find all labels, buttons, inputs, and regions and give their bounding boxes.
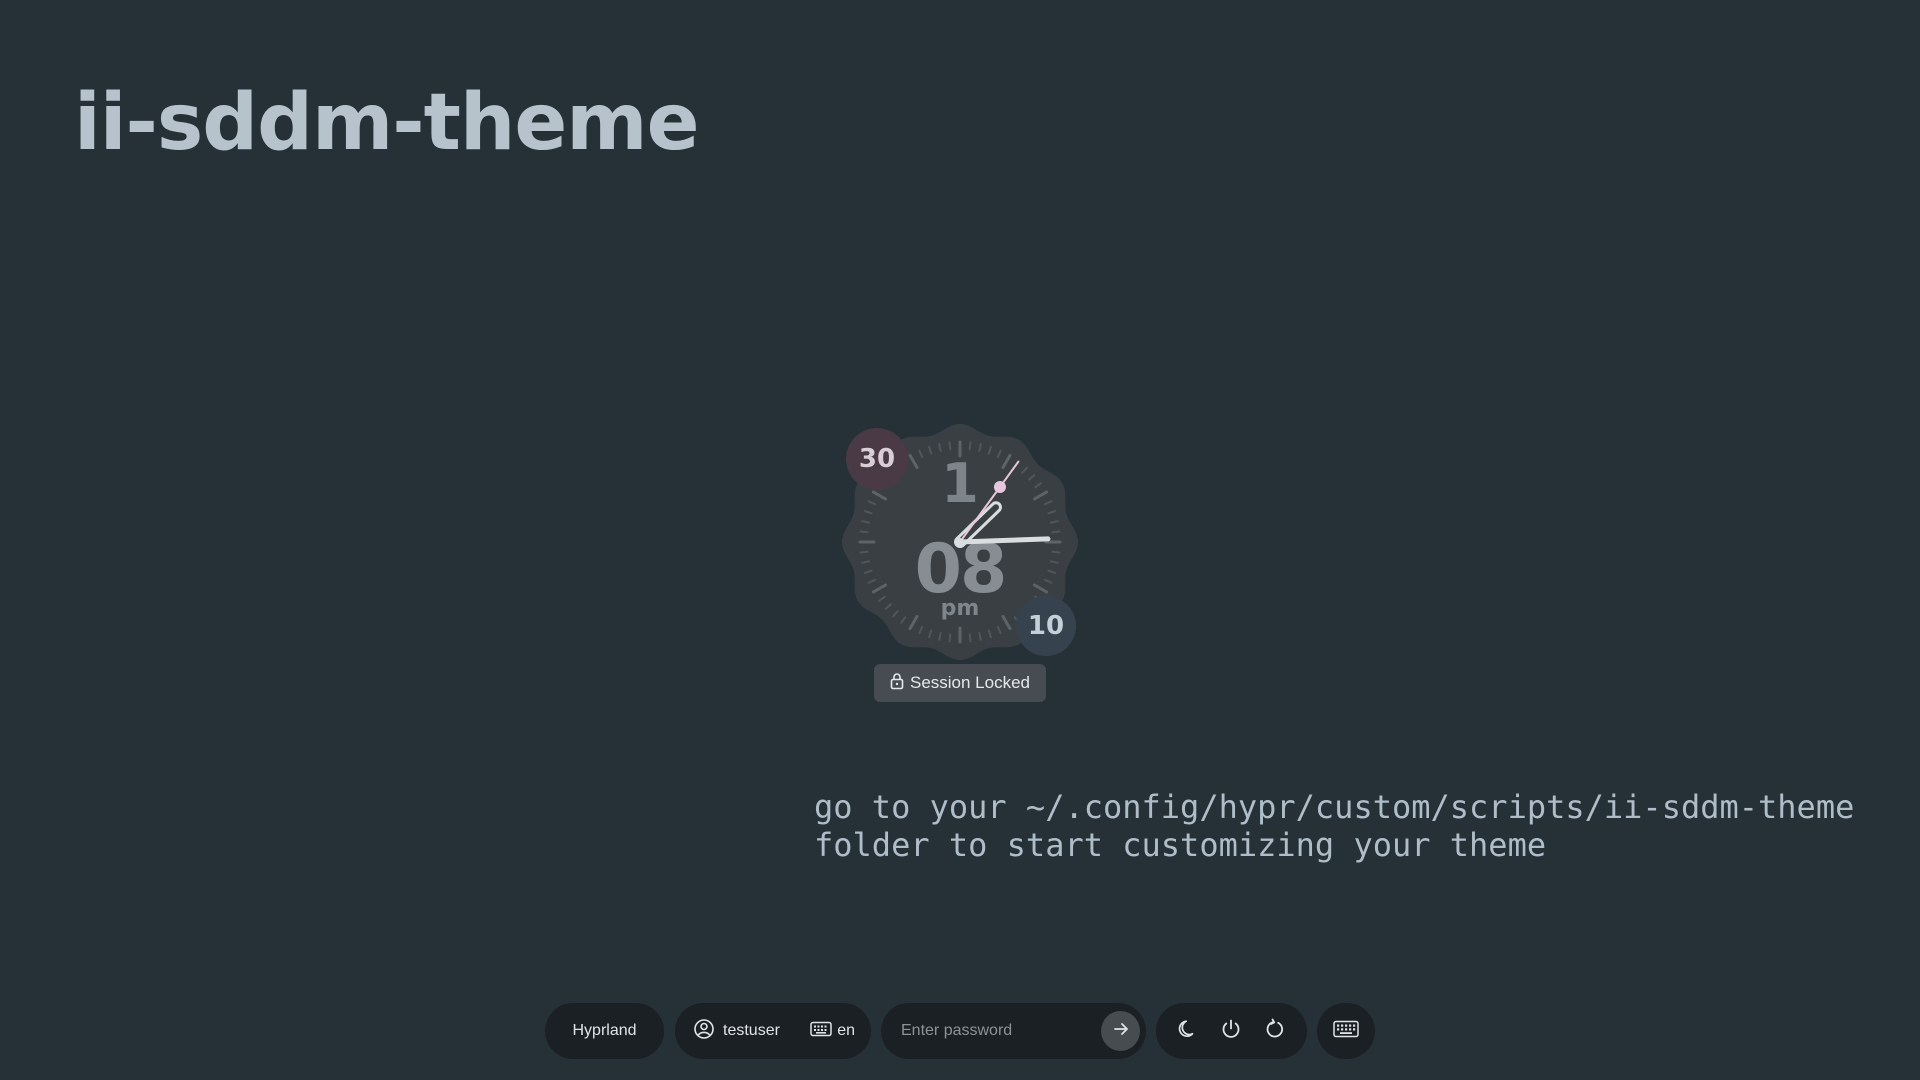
- minute-badge: 30: [846, 428, 908, 490]
- password-group: [881, 1003, 1146, 1059]
- second-hand-dot: [993, 480, 1006, 493]
- lock-icon: [890, 672, 904, 695]
- restart-icon: [1264, 1018, 1286, 1045]
- keyboard-icon: [810, 1021, 832, 1042]
- login-submit-button[interactable]: [1101, 1011, 1140, 1051]
- layout-label: en: [837, 1022, 855, 1039]
- session-status-badge: Session Locked: [874, 664, 1046, 702]
- second-badge: 10: [1016, 596, 1076, 656]
- second-hand: [959, 460, 1020, 543]
- power-group: [1156, 1003, 1307, 1059]
- suspend-button[interactable]: [1170, 1013, 1206, 1049]
- hint-line-1: go to your ~/.config/hypr/custom/scripts…: [814, 788, 1855, 826]
- keyboard-icon: [1333, 1020, 1359, 1043]
- moon-icon: [1177, 1018, 1199, 1045]
- hour-hand-inner: [957, 504, 999, 545]
- user-label: testuser: [723, 1022, 780, 1039]
- user-layout-group: testuser en: [675, 1003, 871, 1059]
- minute-hand: [957, 536, 1051, 545]
- shutdown-button[interactable]: [1213, 1013, 1249, 1049]
- login-screen: ii-sddm-theme 1 08 pm 30 10 Session Lock…: [0, 0, 1920, 1080]
- customization-hint: go to your ~/.config/hypr/custom/scripts…: [814, 788, 1894, 864]
- password-input[interactable]: [889, 1011, 1101, 1051]
- clock-center: [956, 538, 964, 546]
- keyboard-layout-button[interactable]: en: [810, 1021, 855, 1042]
- user-selector-button[interactable]: testuser: [693, 1018, 780, 1045]
- power-icon: [1220, 1018, 1242, 1045]
- session-selector-button[interactable]: Hyprland: [545, 1003, 664, 1059]
- arrow-right-icon: [1112, 1020, 1130, 1043]
- user-circle-icon: [693, 1018, 715, 1045]
- session-status-label: Session Locked: [909, 673, 1031, 692]
- page-title: ii-sddm-theme: [74, 78, 699, 168]
- hint-line-2: folder to start customizing your theme: [814, 826, 1547, 864]
- session-label: Hyprland: [572, 1022, 637, 1039]
- reboot-button[interactable]: [1257, 1013, 1293, 1049]
- virtual-keyboard-button[interactable]: [1317, 1003, 1375, 1059]
